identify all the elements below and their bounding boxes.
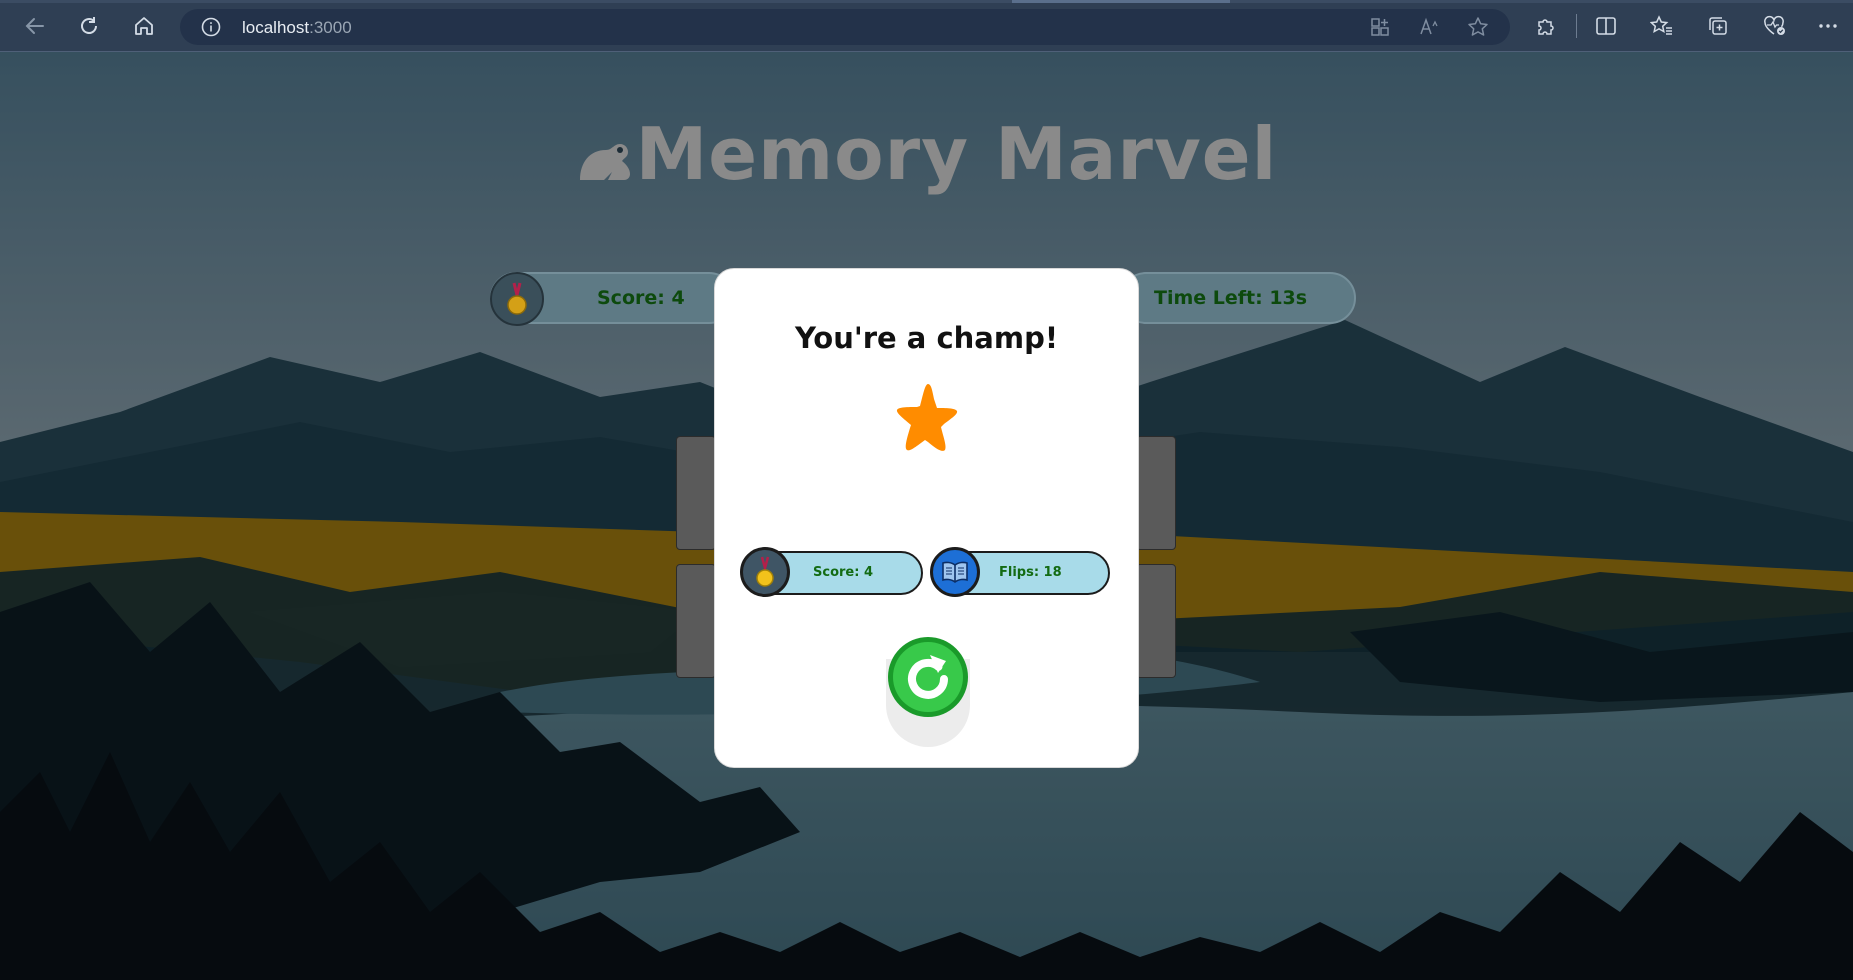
back-button[interactable] — [21, 12, 49, 40]
puzzle-icon — [1538, 19, 1554, 35]
restart-button[interactable] — [886, 635, 970, 719]
split-screen-icon — [1596, 17, 1616, 35]
memory-card[interactable] — [676, 564, 716, 678]
timer-pill: Time Left: 13s — [1120, 272, 1356, 324]
star-icon — [896, 384, 958, 451]
address-host: localhost — [242, 18, 310, 37]
app-available-icon[interactable] — [1367, 14, 1393, 40]
home-button[interactable] — [130, 12, 158, 40]
game-title-text: Memory Marvel — [635, 112, 1278, 196]
extensions-button[interactable] — [1532, 12, 1560, 40]
modal-flips-text: Flips: 18 — [999, 565, 1062, 580]
tab-strip — [0, 0, 1853, 3]
browser-essentials-button[interactable] — [1760, 12, 1788, 40]
medal-icon — [507, 282, 527, 315]
reload-button[interactable] — [75, 12, 103, 40]
browser-toolbar: localhost:3000 — [0, 0, 1853, 52]
memory-card[interactable] — [676, 436, 716, 550]
reload-icon — [81, 17, 97, 34]
address-bar[interactable]: localhost:3000 — [180, 9, 1510, 45]
split-screen-button[interactable] — [1592, 12, 1620, 40]
active-tab-indicator[interactable] — [1012, 0, 1230, 3]
home-icon — [135, 17, 153, 35]
collections-icon — [1709, 17, 1727, 35]
toolbar-divider — [1576, 14, 1577, 38]
score-text: Score: 4 — [597, 287, 685, 309]
open-book-icon — [942, 561, 968, 583]
collections-button[interactable] — [1704, 12, 1732, 40]
game-title: Memory Marvel — [0, 112, 1853, 201]
modal-flips-disc — [930, 547, 980, 597]
favorites-icon — [1650, 15, 1672, 35]
medal-icon — [756, 556, 774, 587]
modal-title: You're a champ! — [794, 321, 1059, 355]
read-aloud-icon[interactable] — [1417, 14, 1443, 40]
frog-logo-icon — [576, 117, 632, 201]
score-medal-disc — [490, 272, 544, 326]
result-modal: You're a champ! Score: 4 Flips: 18 — [714, 268, 1139, 768]
timer-text: Time Left: 13s — [1154, 287, 1308, 309]
modal-score-disc — [740, 547, 790, 597]
favorite-star-icon[interactable] — [1465, 14, 1491, 40]
more-dots-icon — [1819, 24, 1837, 28]
back-arrow-icon — [25, 18, 44, 34]
address-port: :3000 — [309, 18, 352, 37]
settings-more-button[interactable] — [1814, 12, 1842, 40]
modal-score-text: Score: 4 — [813, 565, 873, 580]
site-info-icon[interactable] — [198, 14, 224, 40]
restart-icon — [888, 637, 968, 717]
address-text[interactable]: localhost:3000 — [242, 18, 352, 38]
memory-card[interactable] — [1136, 436, 1176, 550]
heart-pulse-icon — [1764, 15, 1785, 35]
favorites-button[interactable] — [1648, 12, 1676, 40]
memory-card[interactable] — [1136, 564, 1176, 678]
